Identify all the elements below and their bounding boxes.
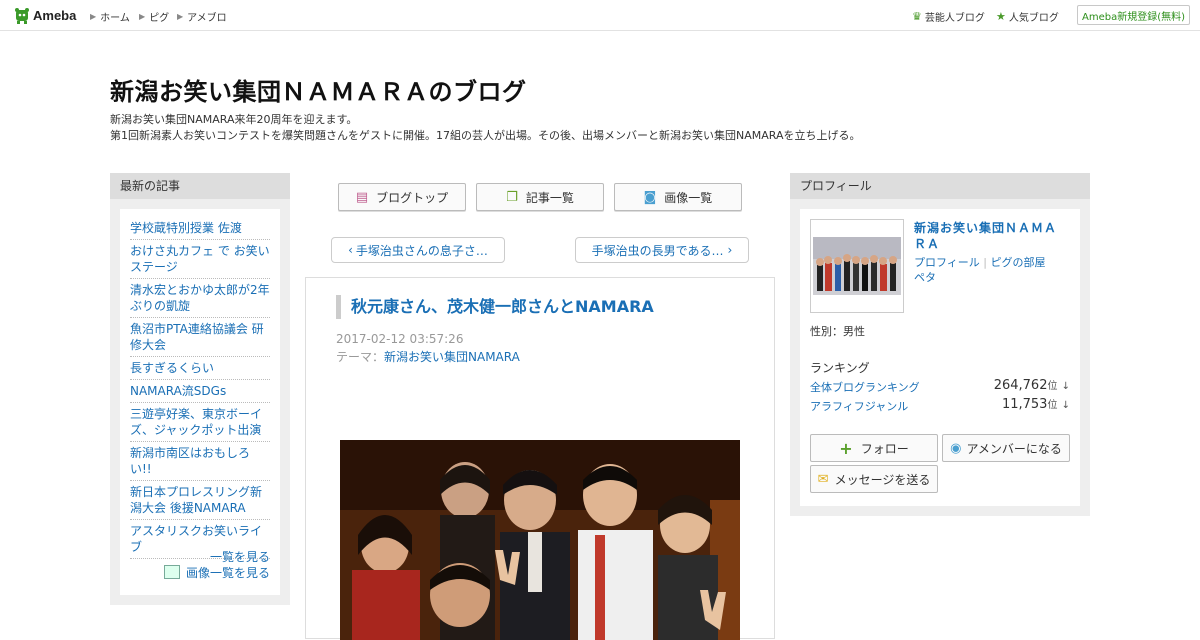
top-bar: Ameba ▶ ホーム ▶ ピグ ▶ アメブロ ♛ 芸能人ブログ ★ 人気ブログ Ameb… [0, 0, 1200, 31]
mail-icon: ✉ [817, 471, 829, 487]
ranking-genre-number: 11,753 [1001, 397, 1048, 412]
ranking-row-genre: アラフィフジャンル 11,753位 ↓ [810, 396, 1070, 414]
recent-article-link[interactable]: 新日本プロレスリング新潟大会 後援NAMARA [130, 481, 270, 520]
see-images-label: 画像一覧を見る [185, 566, 270, 580]
recent-articles-heading: 最新の記事 [110, 173, 290, 199]
ameba-logo[interactable]: Ameba [14, 6, 76, 24]
next-article-button[interactable]: 手塚治虫の長男である… › [575, 237, 749, 263]
chevron-right-icon: › [727, 243, 733, 257]
ameba-mascot-icon [15, 7, 29, 24]
image-list-button[interactable]: ◙ 画像一覧 [614, 183, 742, 211]
nav-home[interactable]: ▶ ホーム [90, 9, 130, 24]
recent-article-link[interactable]: 長すぎるくらい [130, 357, 270, 380]
image-icon [163, 565, 180, 579]
ranking-unit: 位 [1047, 381, 1058, 392]
crown-icon: ♛ [912, 10, 922, 23]
celebrity-blog-label: 芸能人ブログ [924, 13, 985, 24]
star-icon: ★ [996, 10, 1006, 23]
prev-article-button[interactable]: ‹ 手塚治虫さんの息子さ… [331, 237, 505, 263]
follow-label: フォロー [860, 441, 909, 456]
group-photo-image [340, 440, 740, 640]
profile-heading: プロフィール [790, 173, 1090, 199]
ranking-genre-value: 11,753位 ↓ [1002, 396, 1070, 412]
prev-article-label: 手塚治虫さんの息子さ… [355, 243, 488, 258]
recent-article-link[interactable]: 魚沼市PTA連絡協議会 研修大会 [130, 318, 270, 357]
profile-panel: プロフィール 新潟お笑い集団ＮＡＭＡＲＡ プロフィール | ピグの部屋 ペタ 性… [790, 173, 1090, 516]
chevron-right-icon: ▶ [90, 12, 97, 21]
blog-title[interactable]: 新潟お笑い集団ＮＡＭＡＲＡのブログ [110, 72, 527, 107]
image-list-label: 画像一覧 [664, 190, 713, 205]
recent-article-link[interactable]: 清水宏とおかゆ太郎が2年ぶりの凱旋 [130, 279, 270, 318]
amember-button[interactable]: ◉ アメンバーになる [942, 434, 1070, 462]
blog-description: 新潟お笑い集団NAMARA来年20周年を迎えます。 第1回新潟素人お笑いコンテス… [110, 112, 860, 144]
article-photo[interactable] [340, 440, 740, 640]
arrow-down-icon: ↓ [1061, 400, 1070, 411]
recent-article-link[interactable]: 新潟市南区はおもしろい!! [130, 442, 270, 481]
link-divider: | [979, 256, 991, 269]
ranking-overall-link[interactable]: 全体ブログランキング [810, 381, 920, 394]
nav-ameblo-label: アメブロ [187, 13, 227, 24]
profile-links: プロフィール | ピグの部屋 ペタ [914, 255, 1064, 285]
ranking-overall-value: 264,762位 ↓ [994, 377, 1070, 393]
popular-blog-link[interactable]: ★ 人気ブログ [996, 9, 1059, 24]
article-title[interactable]: 秋元康さん、茂木健一郎さんとNAMARA [336, 295, 654, 319]
ranking-unit: 位 [1047, 400, 1058, 411]
recent-article-link[interactable]: 学校蔵特別授業 佐渡 [130, 217, 270, 240]
theme-link[interactable]: 新潟お笑い集団NAMARA [384, 350, 520, 364]
follow-button[interactable]: + フォロー [810, 434, 938, 462]
document-icon: ▤ [355, 189, 369, 205]
see-images-link[interactable]: 画像一覧を見る [163, 565, 270, 581]
article-theme: テーマ：新潟お笑い集団NAMARA [336, 348, 520, 365]
popular-blog-label: 人気ブログ [1008, 13, 1059, 24]
see-list-link[interactable]: 一覧を見る [164, 549, 270, 565]
recent-article-link[interactable]: おけさ丸カフェ で お笑いステージ [130, 240, 270, 279]
plus-icon: + [839, 438, 853, 458]
profile-name[interactable]: 新潟お笑い集団ＮＡＭＡＲＡ [914, 220, 1064, 252]
blog-description-line-2: 第1回新潟素人お笑いコンテストを爆笑問題さんをゲストに開催。17組の芸人が出場。… [110, 129, 861, 142]
profile-image[interactable] [810, 219, 904, 313]
blog-top-label: ブログトップ [376, 190, 449, 205]
celebrity-blog-link[interactable]: ♛ 芸能人ブログ [912, 9, 985, 24]
profile-content: 新潟お笑い集団ＮＡＭＡＲＡ プロフィール | ピグの部屋 ペタ 性別：男性 ラン… [800, 209, 1080, 506]
ranking-row-overall: 全体ブログランキング 264,762位 ↓ [810, 377, 1070, 395]
chevron-right-icon: ▶ [177, 12, 184, 21]
profile-link[interactable]: プロフィール [914, 256, 980, 269]
ranking-heading: ランキング [810, 361, 870, 375]
ranking-overall-number: 264,762 [993, 378, 1048, 393]
article-list-button[interactable]: ❐ 記事一覧 [476, 183, 604, 211]
profile-gender: 性別：男性 [810, 325, 865, 338]
send-message-label: メッセージを送る [834, 472, 931, 487]
nav-pig-label: ピグ [149, 13, 170, 24]
amember-icon: ◉ [950, 440, 962, 456]
amember-label: アメンバーになる [966, 441, 1062, 456]
copy-icon: ❐ [506, 189, 518, 205]
left-more-links: 一覧を見る 画像一覧を見る [163, 549, 270, 581]
camera-icon: ◙ [643, 189, 657, 205]
recent-article-link[interactable]: 三遊亭好楽、東京ボーイズ、ジャックポット出演 [130, 403, 270, 442]
logo-text: Ameba [33, 7, 77, 23]
blog-top-button[interactable]: ▤ ブログトップ [338, 183, 466, 211]
ranking-genre-link[interactable]: アラフィフジャンル [810, 400, 908, 413]
theme-label: テーマ： [336, 350, 385, 364]
recent-articles-panel: 最新の記事 学校蔵特別授業 佐渡 おけさ丸カフェ で お笑いステージ 清水宏とお… [110, 173, 290, 605]
article-list-label: 記事一覧 [525, 190, 574, 205]
signup-button[interactable]: Ameba新規登録(無料) [1077, 5, 1190, 25]
nav-ameblo[interactable]: ▶ アメブロ [177, 9, 227, 24]
article-date: 2017-02-12 03:57:26 [336, 332, 464, 346]
arrow-down-icon: ↓ [1061, 381, 1070, 392]
chevron-left-icon: ‹ [348, 243, 353, 257]
recent-article-link[interactable]: NAMARA流SDGs [130, 380, 270, 403]
chevron-right-icon: ▶ [139, 12, 146, 21]
article: 秋元康さん、茂木健一郎さんとNAMARA 2017-02-12 03:57:26… [305, 277, 775, 640]
nav-pig[interactable]: ▶ ピグ [139, 9, 169, 24]
recent-articles-list: 学校蔵特別授業 佐渡 おけさ丸カフェ で お笑いステージ 清水宏とおかゆ太郎が2… [120, 209, 280, 595]
pig-room-link[interactable]: ピグの部屋 [990, 256, 1045, 269]
peta-link[interactable]: ペタ [914, 271, 936, 284]
next-article-label: 手塚治虫の長男である… [591, 243, 724, 258]
blog-description-line-1: 新潟お笑い集団NAMARA来年20周年を迎えます。 [110, 113, 358, 126]
nav-home-label: ホーム [100, 13, 130, 24]
send-message-button[interactable]: ✉ メッセージを送る [810, 465, 938, 493]
profile-photo [813, 237, 901, 295]
